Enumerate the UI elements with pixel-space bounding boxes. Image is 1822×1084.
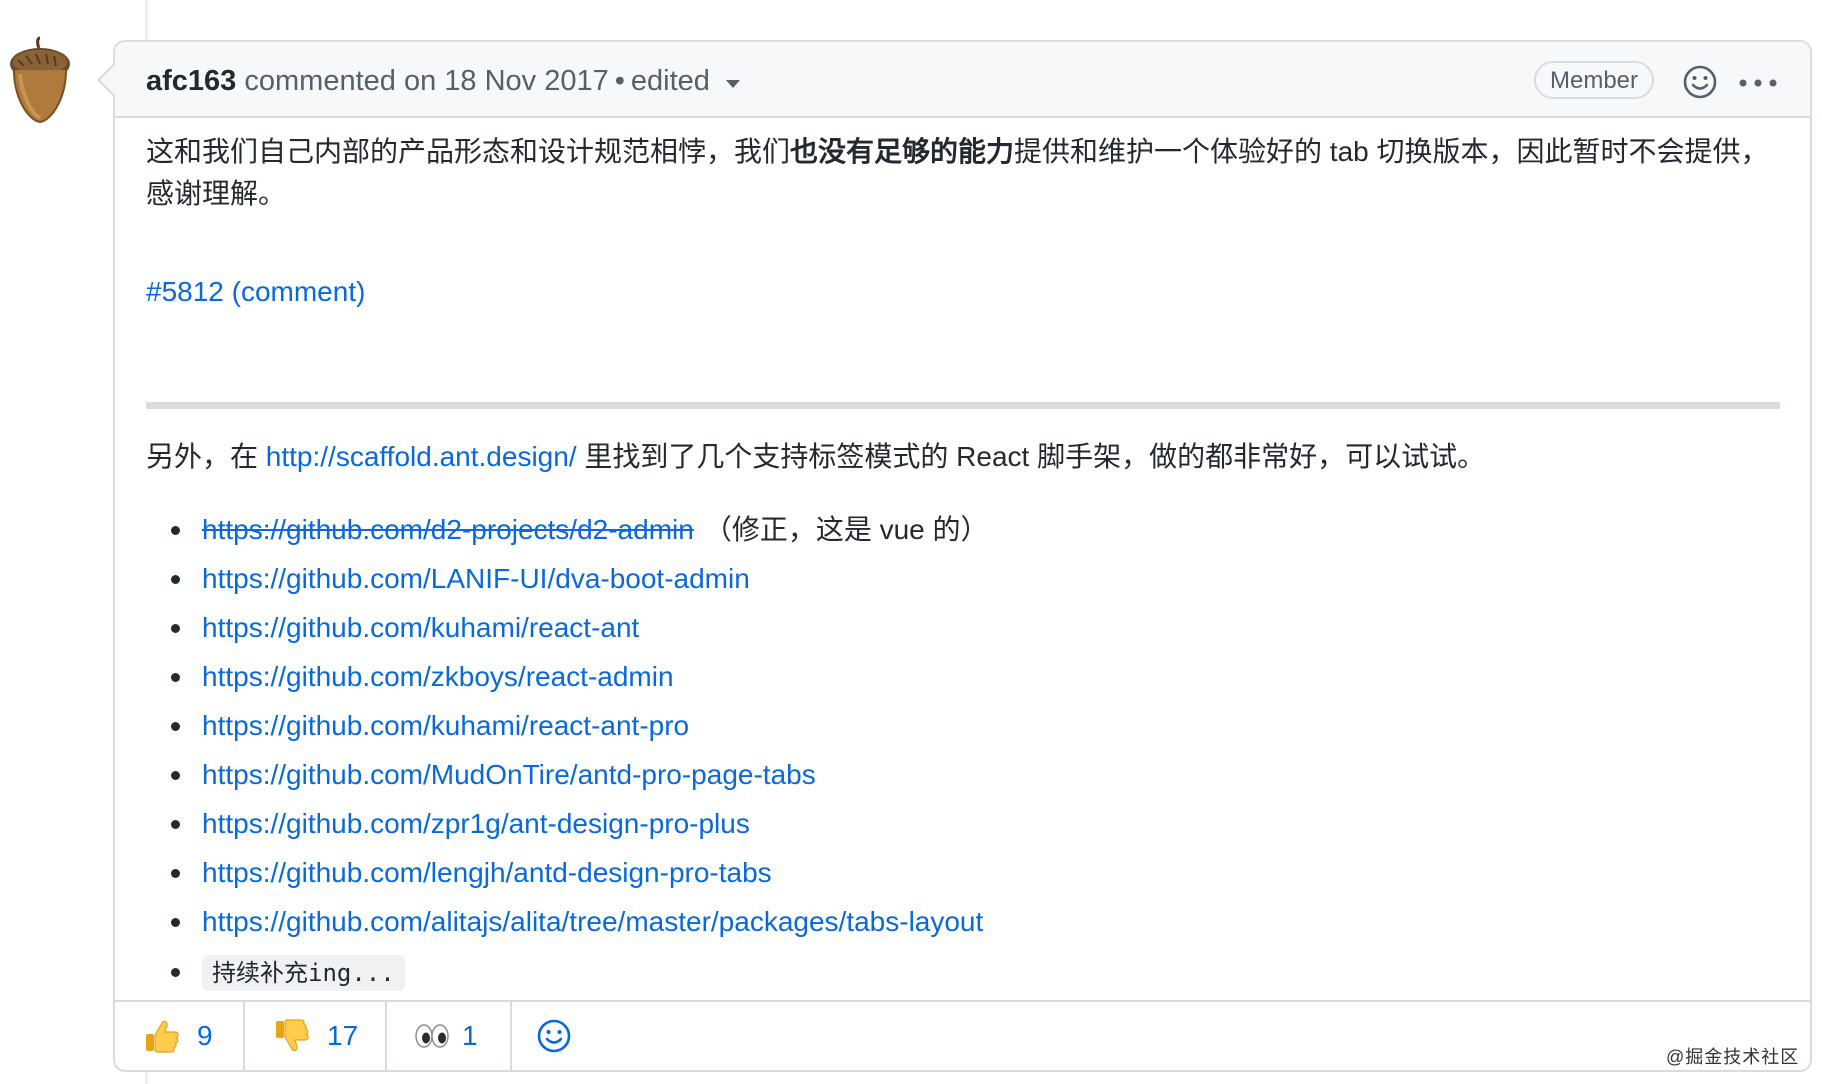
reaction-count: 1: [462, 1020, 478, 1051]
comment-box: afc163 commented on 18 Nov 2017 • edited M…: [113, 40, 1812, 1072]
paragraph-1-bold: 也没有足够的能力: [790, 136, 1015, 167]
list-bullet: [171, 820, 180, 829]
comment-timestamp[interactable]: commented on 18 Nov 2017: [244, 65, 608, 97]
list-bullet: [171, 722, 180, 731]
thumbs-down-icon: [276, 1019, 309, 1052]
list-link[interactable]: https://github.com/LANIF-UI/dva-boot-adm…: [202, 563, 750, 594]
reaction-count: 17: [327, 1020, 359, 1051]
paragraph-2-end: 里找到了几个支持标签模式的 React 脚手架，做的都非常好，可以试试。: [576, 441, 1486, 472]
edited-label[interactable]: edited: [631, 65, 710, 97]
list-bullet: [171, 918, 180, 927]
list-bullet: [171, 673, 180, 682]
list-bullet: [171, 869, 180, 878]
eyes-icon: [415, 1024, 449, 1048]
list-link[interactable]: https://github.com/alitajs/alita/tree/ma…: [202, 906, 983, 937]
list-bullet: [171, 968, 180, 977]
list-note: （修正，这是 vue 的）: [703, 514, 989, 545]
list-bullet: [171, 624, 180, 633]
author-avatar-acorn[interactable]: [4, 36, 76, 124]
author-name[interactable]: afc163: [146, 65, 236, 97]
paragraph-1-start: 这和我们自己内部的产品形态和设计规范相悖，我们: [146, 136, 791, 167]
comment-paragraph-1-line-2: 感谢理解。: [146, 178, 287, 209]
smiley-icon[interactable]: [1682, 64, 1718, 100]
github-issue-comment-view: afc163 commented on 18 Nov 2017 • edited M…: [0, 0, 1822, 1084]
list-link[interactable]: https://github.com/zkboys/react-admin: [202, 661, 674, 692]
list-link[interactable]: https://github.com/kuhami/react-ant-pro: [202, 710, 689, 741]
reaction-eyes[interactable]: 1: [387, 1002, 512, 1072]
reaction-thumbs-down[interactable]: 17: [245, 1002, 387, 1072]
issue-comment-link[interactable]: #5812 (comment): [146, 276, 365, 307]
reaction-thumbs-up[interactable]: 9: [115, 1002, 245, 1072]
list-bullet: [171, 526, 180, 535]
chevron-down-icon[interactable]: [725, 80, 740, 89]
comment-header: afc163 commented on 18 Nov 2017 • edited M…: [115, 42, 1810, 118]
paragraph-1-end: 提供和维护一个体验好的 tab 切换版本，因此暂时不会提供，: [1014, 136, 1769, 167]
list-link[interactable]: https://github.com/kuhami/react-ant: [202, 612, 639, 643]
comment-paragraph-1: 这和我们自己内部的产品形态和设计规范相悖，我们也没有足够的能力提供和维护一个体验…: [146, 131, 1769, 173]
comment-pointer-fill: [100, 64, 116, 96]
inline-code: 持续补充ing...: [202, 955, 405, 991]
meta-separator: •: [614, 65, 625, 97]
reaction-count: 9: [197, 1020, 213, 1051]
list-link[interactable]: https://github.com/zpr1g/ant-design-pro-…: [202, 808, 750, 839]
comment-header-meta: afc163 commented on 18 Nov 2017 • edited: [146, 64, 740, 98]
reactions-bar: 9 17 1: [115, 1000, 1810, 1072]
list-link-struck[interactable]: https://github.com/d2-projects/d2-admin: [202, 514, 694, 545]
horizontal-rule: [146, 402, 1780, 409]
list-link[interactable]: https://github.com/MudOnTire/antd-pro-pa…: [202, 759, 816, 790]
paragraph-2-start: 另外，在: [146, 441, 266, 472]
add-reaction-smiley-icon[interactable]: [536, 1018, 572, 1054]
issue-reference-line: #5812 (comment): [146, 271, 365, 313]
comment-paragraph-2: 另外，在 http://scaffold.ant.design/ 里找到了几个支…: [146, 436, 1485, 478]
more-options-icon[interactable]: [1738, 78, 1778, 88]
scaffold-link[interactable]: http://scaffold.ant.design/: [266, 441, 577, 472]
list-link[interactable]: https://github.com/lengjh/antd-design-pr…: [202, 857, 772, 888]
member-badge: Member: [1534, 61, 1655, 99]
list-bullet: [171, 575, 180, 584]
thumbs-up-icon: [146, 1020, 179, 1053]
watermark: @掘金技术社区: [1666, 1047, 1800, 1067]
list-bullet: [171, 771, 180, 780]
